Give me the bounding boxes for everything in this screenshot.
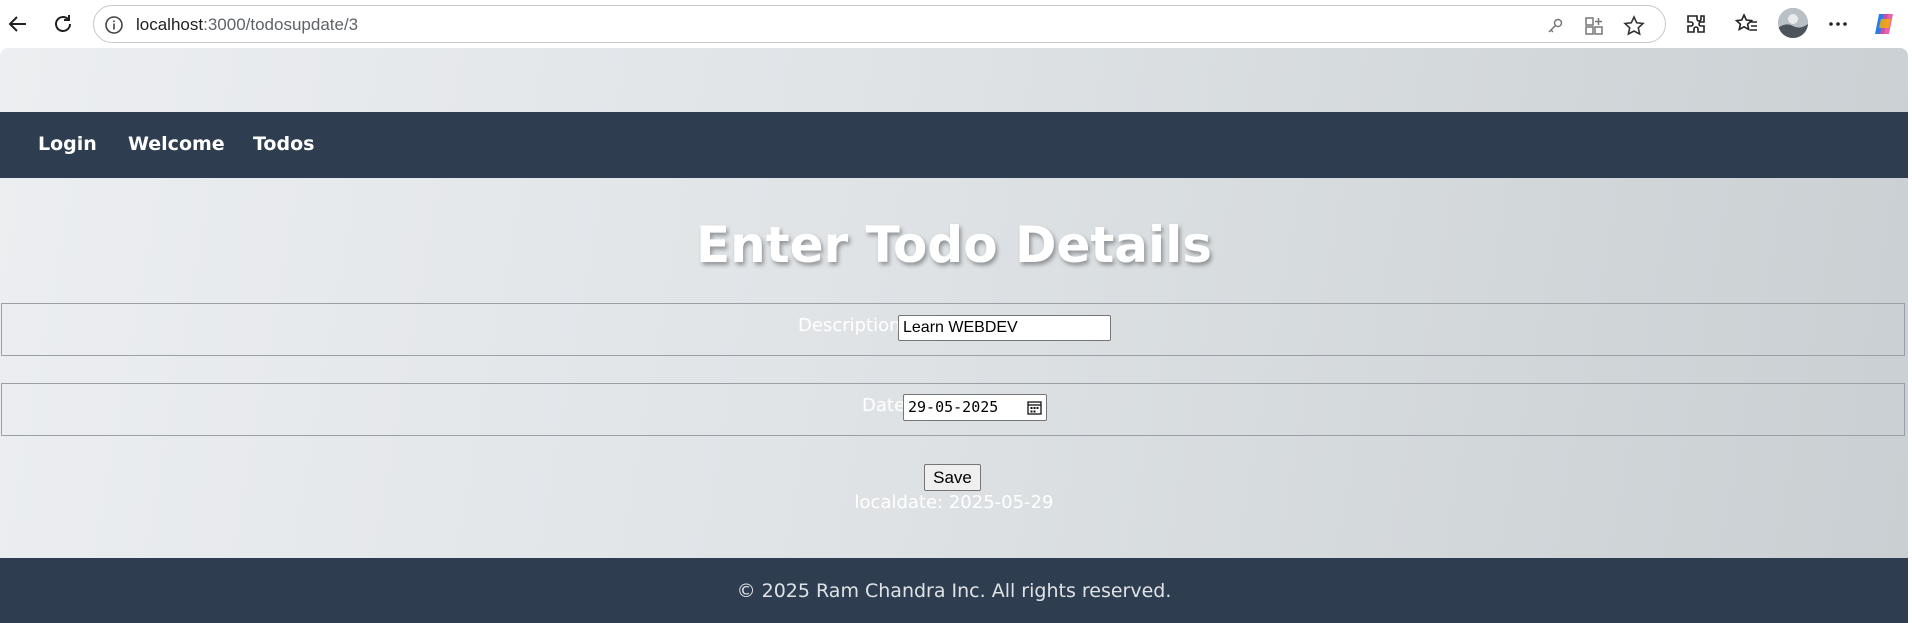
more-icon[interactable]: [1825, 11, 1851, 37]
page-title: Enter Todo Details: [695, 216, 1213, 274]
refresh-button[interactable]: [49, 10, 77, 38]
localdate-text: localdate: 2025-05-29: [854, 492, 1054, 513]
save-button[interactable]: Save: [924, 464, 981, 491]
nav-link-welcome[interactable]: Welcome: [128, 133, 225, 155]
nav-link-todos[interactable]: Todos: [253, 133, 314, 155]
address-bar[interactable]: localhost:3000/todosupdate/3: [93, 5, 1666, 43]
url-text[interactable]: localhost:3000/todosupdate/3: [136, 15, 358, 35]
info-icon[interactable]: [104, 15, 124, 35]
nav-link-login[interactable]: Login: [38, 133, 97, 155]
url-path: :3000/todosupdate/3: [203, 15, 359, 34]
back-arrow-icon: [8, 16, 26, 32]
description-input[interactable]: Learn WEBDEV: [898, 315, 1111, 341]
key-icon[interactable]: [1544, 15, 1566, 37]
page-background: Login Welcome Todos Enter Todo Details D…: [0, 48, 1908, 623]
footer-text: © 2025 Ram Chandra Inc. All rights reser…: [736, 580, 1172, 602]
date-value: 29-05-2025: [908, 398, 999, 416]
copilot-icon[interactable]: [1872, 11, 1898, 37]
back-button[interactable]: [4, 10, 32, 38]
avatar[interactable]: [1778, 8, 1808, 38]
window-edge: [1908, 48, 1912, 623]
date-input[interactable]: 29-05-2025: [903, 394, 1047, 421]
refresh-icon: [55, 15, 71, 32]
site-footer: © 2025 Ram Chandra Inc. All rights reser…: [0, 558, 1908, 623]
description-label: Description: [798, 315, 901, 336]
site-navbar: Login Welcome Todos: [0, 112, 1908, 178]
page-viewport: Login Welcome Todos Enter Todo Details D…: [0, 48, 1912, 623]
apps-icon[interactable]: [1583, 15, 1605, 37]
calendar-icon[interactable]: [1027, 400, 1042, 415]
date-fieldset: Date 29-05-2025: [1, 383, 1905, 436]
star-icon[interactable]: [1623, 15, 1645, 37]
browser-toolbar: localhost:3000/todosupdate/3: [0, 0, 1912, 48]
url-host: localhost: [136, 15, 204, 34]
favorites-icon[interactable]: [1734, 11, 1760, 37]
extensions-icon[interactable]: [1683, 11, 1709, 37]
date-label: Date: [862, 395, 906, 416]
description-fieldset: Description Learn WEBDEV: [1, 303, 1905, 356]
